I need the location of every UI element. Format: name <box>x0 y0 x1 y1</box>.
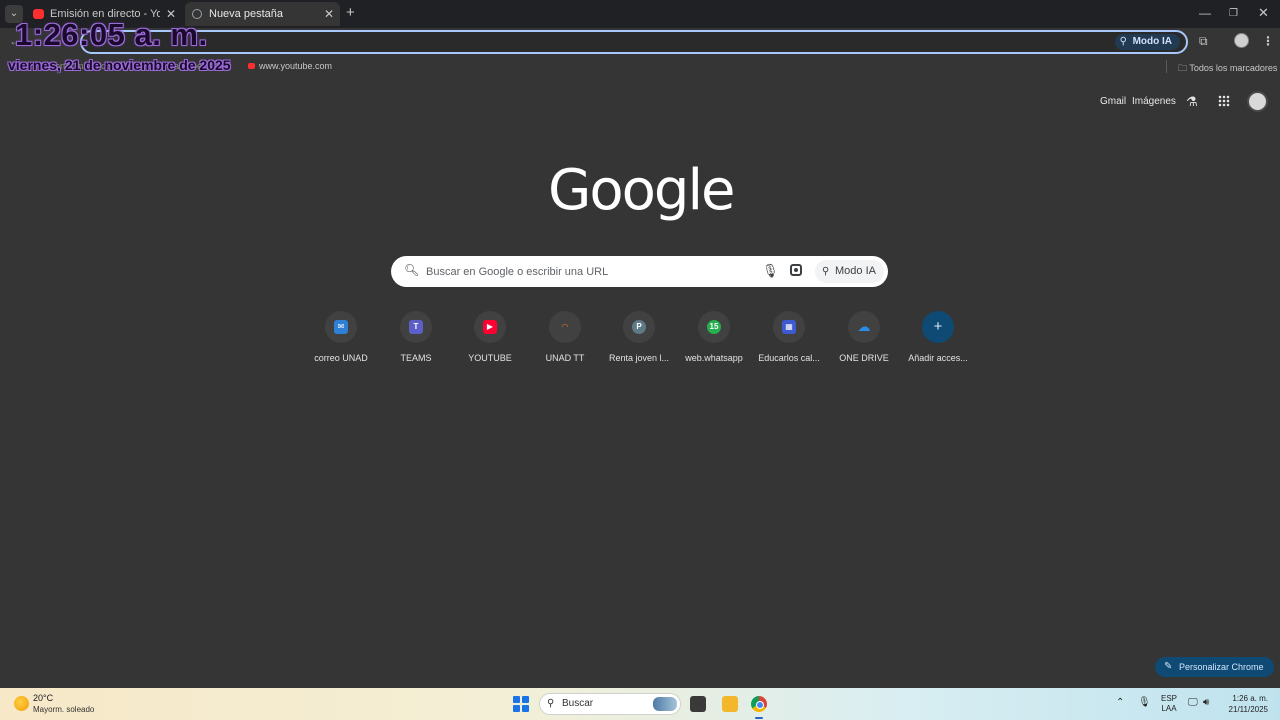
modo-ia-label: Modo IA <box>835 265 876 277</box>
gmail-link[interactable]: Gmail <box>1100 96 1126 107</box>
plus-icon: + <box>933 318 943 335</box>
shortcut-label: web.whatsapp <box>685 353 743 363</box>
keyboard-layout: LAA <box>1161 704 1177 713</box>
search-icon: ⚲ <box>547 698 555 709</box>
google-lens-icon[interactable] <box>790 264 802 276</box>
tab-new-tab[interactable]: Nueva pestaña ✕ <box>185 2 340 26</box>
profile-avatar[interactable] <box>1234 33 1249 48</box>
extensions-icon[interactable]: ⧉ <box>1199 34 1208 49</box>
folder-icon: 🗀 <box>1178 63 1188 73</box>
clock-overlay-time: 1:26:05 a. m. <box>15 17 208 52</box>
personalize-label: Personalizar Chrome <box>1179 662 1264 672</box>
outlook-icon: ✉ <box>334 320 348 334</box>
task-view-icon[interactable] <box>690 696 706 712</box>
file-explorer-icon[interactable] <box>722 696 738 712</box>
google-apps-icon[interactable] <box>1218 95 1230 107</box>
clock-time: 1:26 a. m. <box>1232 694 1268 703</box>
shortcut-label: ONE DRIVE <box>839 353 889 363</box>
taskbar-search[interactable]: ⚲ Buscar <box>539 693 681 715</box>
shortcut-correo-unad[interactable]: ✉ correo UNAD <box>305 311 377 363</box>
shortcut-onedrive[interactable]: ☁ ONE DRIVE <box>828 311 900 363</box>
letter-p-icon: P <box>632 320 646 334</box>
shortcut-add[interactable]: + Añadir acces... <box>902 311 974 363</box>
shortcut-label: UNAD TT <box>545 353 585 363</box>
shortcut-youtube[interactable]: ▶ YOUTUBE <box>454 311 526 363</box>
youtube-icon: ▶ <box>483 320 497 334</box>
personalize-chrome-button[interactable]: ✎ Personalizar Chrome <box>1155 657 1274 677</box>
tab-title: Nueva pestaña <box>209 8 283 20</box>
search-highlight-image <box>653 697 677 711</box>
omnibox[interactable]: ⚲ Modo IA <box>80 30 1188 54</box>
system-clock[interactable]: 1:26 a. m. 21/11/2025 <box>1229 693 1268 715</box>
shortcut-label: YOUTUBE <box>468 353 512 363</box>
modo-ia-label: Modo IA <box>1132 36 1172 47</box>
shortcut-label: correo UNAD <box>314 353 368 363</box>
shortcut-unad-tt[interactable]: ◠ UNAD TT <box>529 311 601 363</box>
clock-overlay-date: viernes, 21 de noviembre de 2025 <box>8 57 231 73</box>
windows-start-icon[interactable] <box>513 696 529 712</box>
weather-description[interactable]: Mayorm. soleado <box>33 705 94 714</box>
search-input[interactable] <box>426 261 746 282</box>
account-avatar[interactable] <box>1247 91 1268 112</box>
shortcut-educarlos[interactable]: ▦ Educarlos cal... <box>753 311 825 363</box>
shortcut-whatsapp[interactable]: 15 web.whatsapp <box>678 311 750 363</box>
modo-ia-omnibox-button[interactable]: ⚲ Modo IA <box>1114 34 1180 50</box>
shortcut-label: TEAMS <box>400 353 432 363</box>
weather-sun-icon[interactable] <box>14 696 29 711</box>
window-close-icon[interactable]: ✕ <box>1258 5 1269 21</box>
pencil-icon: ✎ <box>1164 661 1173 672</box>
onedrive-icon: ☁ <box>857 319 871 334</box>
menu-kebab-icon[interactable]: ⋮ <box>1262 34 1274 48</box>
shortcut-label: Añadir acces... <box>908 353 968 363</box>
search-box: 🔍︎ 🎙︎ ⚲ Modo IA <box>391 256 888 287</box>
clock-date: 21/11/2025 <box>1228 705 1268 714</box>
labs-flask-icon[interactable]: ⚗ <box>1186 94 1198 110</box>
search-icon: 🔍︎ <box>404 263 420 277</box>
volume-icon[interactable]: 🔊︎ <box>1203 697 1209 708</box>
weather-temperature[interactable]: 20°C <box>33 693 53 703</box>
network-icon[interactable]: 🖵︎ <box>1188 697 1198 708</box>
active-app-indicator <box>755 717 763 719</box>
language-indicator[interactable]: ESP LAA <box>1161 694 1177 714</box>
microphone-icon[interactable]: 🎙︎ <box>1138 697 1151 708</box>
search-sparkle-icon: ⚲ <box>822 266 830 277</box>
chevron-up-icon[interactable]: ⌃ <box>1116 697 1124 708</box>
restore-icon[interactable]: ❐ <box>1229 8 1238 19</box>
whatsapp-icon: 15 <box>707 320 721 334</box>
shortcut-label: Educarlos cal... <box>758 353 820 363</box>
all-bookmarks-label: Todos los marcadores <box>1189 63 1278 73</box>
unad-icon: ◠ <box>561 322 569 331</box>
bookmark-label: www.youtube.com <box>259 61 333 71</box>
language-code: ESP <box>1161 694 1178 703</box>
google-logo: Google <box>548 158 735 223</box>
microphone-icon[interactable]: 🎙︎ <box>762 263 779 279</box>
bookmark-youtube[interactable]: www.youtube.com <box>248 61 332 71</box>
close-tab-icon[interactable]: ✕ <box>324 2 334 26</box>
taskbar: 20°C Mayorm. soleado ⚲ Buscar ⌃ 🎙︎ ESP L… <box>0 688 1280 720</box>
teams-icon: T <box>409 320 423 334</box>
taskbar-search-label: Buscar <box>562 698 594 709</box>
new-tab-plus-icon[interactable]: + <box>346 4 355 21</box>
images-link[interactable]: Imágenes <box>1132 96 1176 107</box>
calendar-icon: ▦ <box>782 320 796 334</box>
shortcut-label: Renta joven l... <box>608 353 670 363</box>
minimize-icon[interactable]: — <box>1199 6 1211 20</box>
shortcut-teams[interactable]: T TEAMS <box>380 311 452 363</box>
all-bookmarks[interactable]: 🗀 Todos los marcadores <box>1178 61 1277 77</box>
search-sparkle-icon: ⚲ <box>1119 36 1127 47</box>
bookmarks-divider <box>1166 60 1167 73</box>
shortcut-renta-joven[interactable]: P Renta joven l... <box>603 311 675 363</box>
chrome-icon[interactable] <box>751 696 767 712</box>
youtube-favicon-icon <box>248 63 255 69</box>
modo-ia-button[interactable]: ⚲ Modo IA <box>815 260 884 283</box>
